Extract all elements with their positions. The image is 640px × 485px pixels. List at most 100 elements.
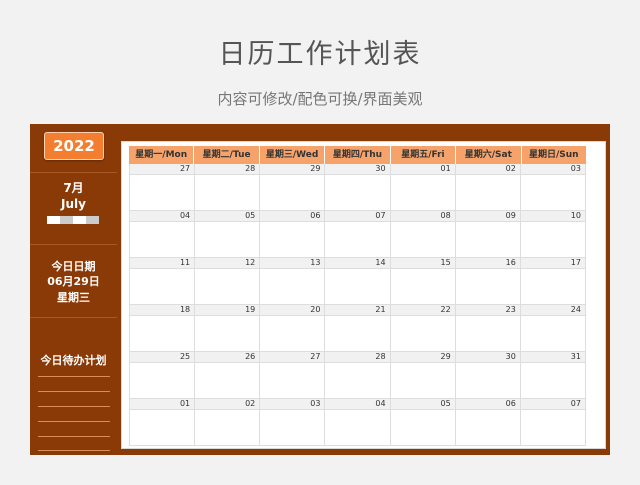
day-notes[interactable]	[260, 316, 325, 351]
day-cell[interactable]: 03	[260, 399, 326, 446]
day-cell[interactable]: 17	[520, 258, 586, 305]
switcher-segment[interactable]	[60, 216, 73, 224]
day-notes[interactable]	[520, 363, 585, 398]
day-cell[interactable]: 03	[520, 164, 586, 211]
day-notes[interactable]	[195, 316, 260, 351]
day-cell[interactable]: 29	[390, 352, 456, 399]
day-cell[interactable]: 07	[520, 399, 586, 446]
day-cell[interactable]: 11	[129, 258, 196, 305]
todo-line[interactable]	[38, 421, 110, 422]
day-notes[interactable]	[390, 316, 455, 351]
day-notes[interactable]	[325, 316, 390, 351]
switcher-segment[interactable]	[73, 216, 86, 224]
day-cell[interactable]: 13	[260, 258, 326, 305]
day-cell[interactable]: 01	[129, 399, 196, 446]
day-cell[interactable]: 28	[195, 164, 261, 211]
day-cell[interactable]: 23	[455, 305, 521, 352]
day-notes[interactable]	[130, 269, 195, 304]
page-title: 日历工作计划表	[218, 39, 422, 70]
day-notes[interactable]	[195, 410, 260, 445]
day-cell[interactable]: 30	[455, 352, 521, 399]
day-number: 27	[260, 352, 325, 363]
day-cell[interactable]: 16	[455, 258, 521, 305]
day-notes[interactable]	[195, 222, 260, 257]
day-notes[interactable]	[260, 175, 325, 210]
day-notes[interactable]	[130, 363, 195, 398]
day-cell[interactable]: 24	[520, 305, 586, 352]
day-cell[interactable]: 25	[129, 352, 196, 399]
day-cell[interactable]: 07	[325, 211, 391, 258]
day-cell[interactable]: 30	[325, 164, 391, 211]
day-cell[interactable]: 27	[129, 164, 196, 211]
day-notes[interactable]	[130, 222, 195, 257]
todo-line[interactable]	[38, 376, 110, 377]
day-notes[interactable]	[520, 410, 585, 445]
day-notes[interactable]	[455, 363, 520, 398]
year-button[interactable]: 2022	[44, 132, 104, 160]
day-notes[interactable]	[390, 269, 455, 304]
day-cell[interactable]: 08	[390, 211, 456, 258]
switcher-segment[interactable]	[47, 216, 60, 224]
day-notes[interactable]	[390, 175, 455, 210]
day-notes[interactable]	[390, 410, 455, 445]
day-cell[interactable]: 19	[195, 305, 261, 352]
day-cell[interactable]: 02	[195, 399, 261, 446]
day-cell[interactable]: 04	[129, 211, 196, 258]
day-cell[interactable]: 05	[195, 211, 261, 258]
day-notes[interactable]	[325, 269, 390, 304]
day-cell[interactable]: 06	[455, 399, 521, 446]
day-cell[interactable]: 12	[195, 258, 261, 305]
day-cell[interactable]: 28	[325, 352, 391, 399]
day-number: 02	[195, 399, 260, 410]
day-notes[interactable]	[520, 222, 585, 257]
day-notes[interactable]	[455, 222, 520, 257]
day-cell[interactable]: 01	[390, 164, 456, 211]
day-notes[interactable]	[195, 269, 260, 304]
day-notes[interactable]	[325, 410, 390, 445]
day-notes[interactable]	[455, 269, 520, 304]
day-notes[interactable]	[520, 269, 585, 304]
day-cell[interactable]: 31	[520, 352, 586, 399]
day-cell[interactable]: 21	[325, 305, 391, 352]
day-notes[interactable]	[260, 222, 325, 257]
day-notes[interactable]	[520, 316, 585, 351]
day-notes[interactable]	[130, 410, 195, 445]
day-cell[interactable]: 18	[129, 305, 196, 352]
day-cell[interactable]: 15	[390, 258, 456, 305]
day-cell[interactable]: 27	[260, 352, 326, 399]
day-notes[interactable]	[260, 269, 325, 304]
day-notes[interactable]	[455, 410, 520, 445]
day-cell[interactable]: 02	[455, 164, 521, 211]
day-notes[interactable]	[130, 175, 195, 210]
day-notes[interactable]	[455, 175, 520, 210]
day-number: 21	[325, 305, 390, 316]
day-cell[interactable]: 09	[455, 211, 521, 258]
day-cell[interactable]: 29	[260, 164, 326, 211]
day-cell[interactable]: 10	[520, 211, 586, 258]
day-notes[interactable]	[455, 316, 520, 351]
day-cell[interactable]: 06	[260, 211, 326, 258]
todo-line[interactable]	[38, 436, 110, 437]
day-cell[interactable]: 04	[325, 399, 391, 446]
day-notes[interactable]	[260, 363, 325, 398]
day-cell[interactable]: 26	[195, 352, 261, 399]
todo-line[interactable]	[38, 406, 110, 407]
todo-line[interactable]	[38, 391, 110, 392]
day-notes[interactable]	[325, 175, 390, 210]
day-notes[interactable]	[520, 175, 585, 210]
day-cell[interactable]: 20	[260, 305, 326, 352]
day-cell[interactable]: 22	[390, 305, 456, 352]
day-notes[interactable]	[390, 363, 455, 398]
day-notes[interactable]	[390, 222, 455, 257]
todo-line[interactable]	[38, 450, 110, 451]
day-cell[interactable]: 14	[325, 258, 391, 305]
switcher-segment[interactable]	[86, 216, 99, 224]
day-notes[interactable]	[325, 222, 390, 257]
day-notes[interactable]	[260, 410, 325, 445]
day-notes[interactable]	[195, 363, 260, 398]
day-notes[interactable]	[325, 363, 390, 398]
day-notes[interactable]	[195, 175, 260, 210]
month-switcher[interactable]	[47, 216, 99, 224]
day-cell[interactable]: 05	[390, 399, 456, 446]
day-notes[interactable]	[130, 316, 195, 351]
